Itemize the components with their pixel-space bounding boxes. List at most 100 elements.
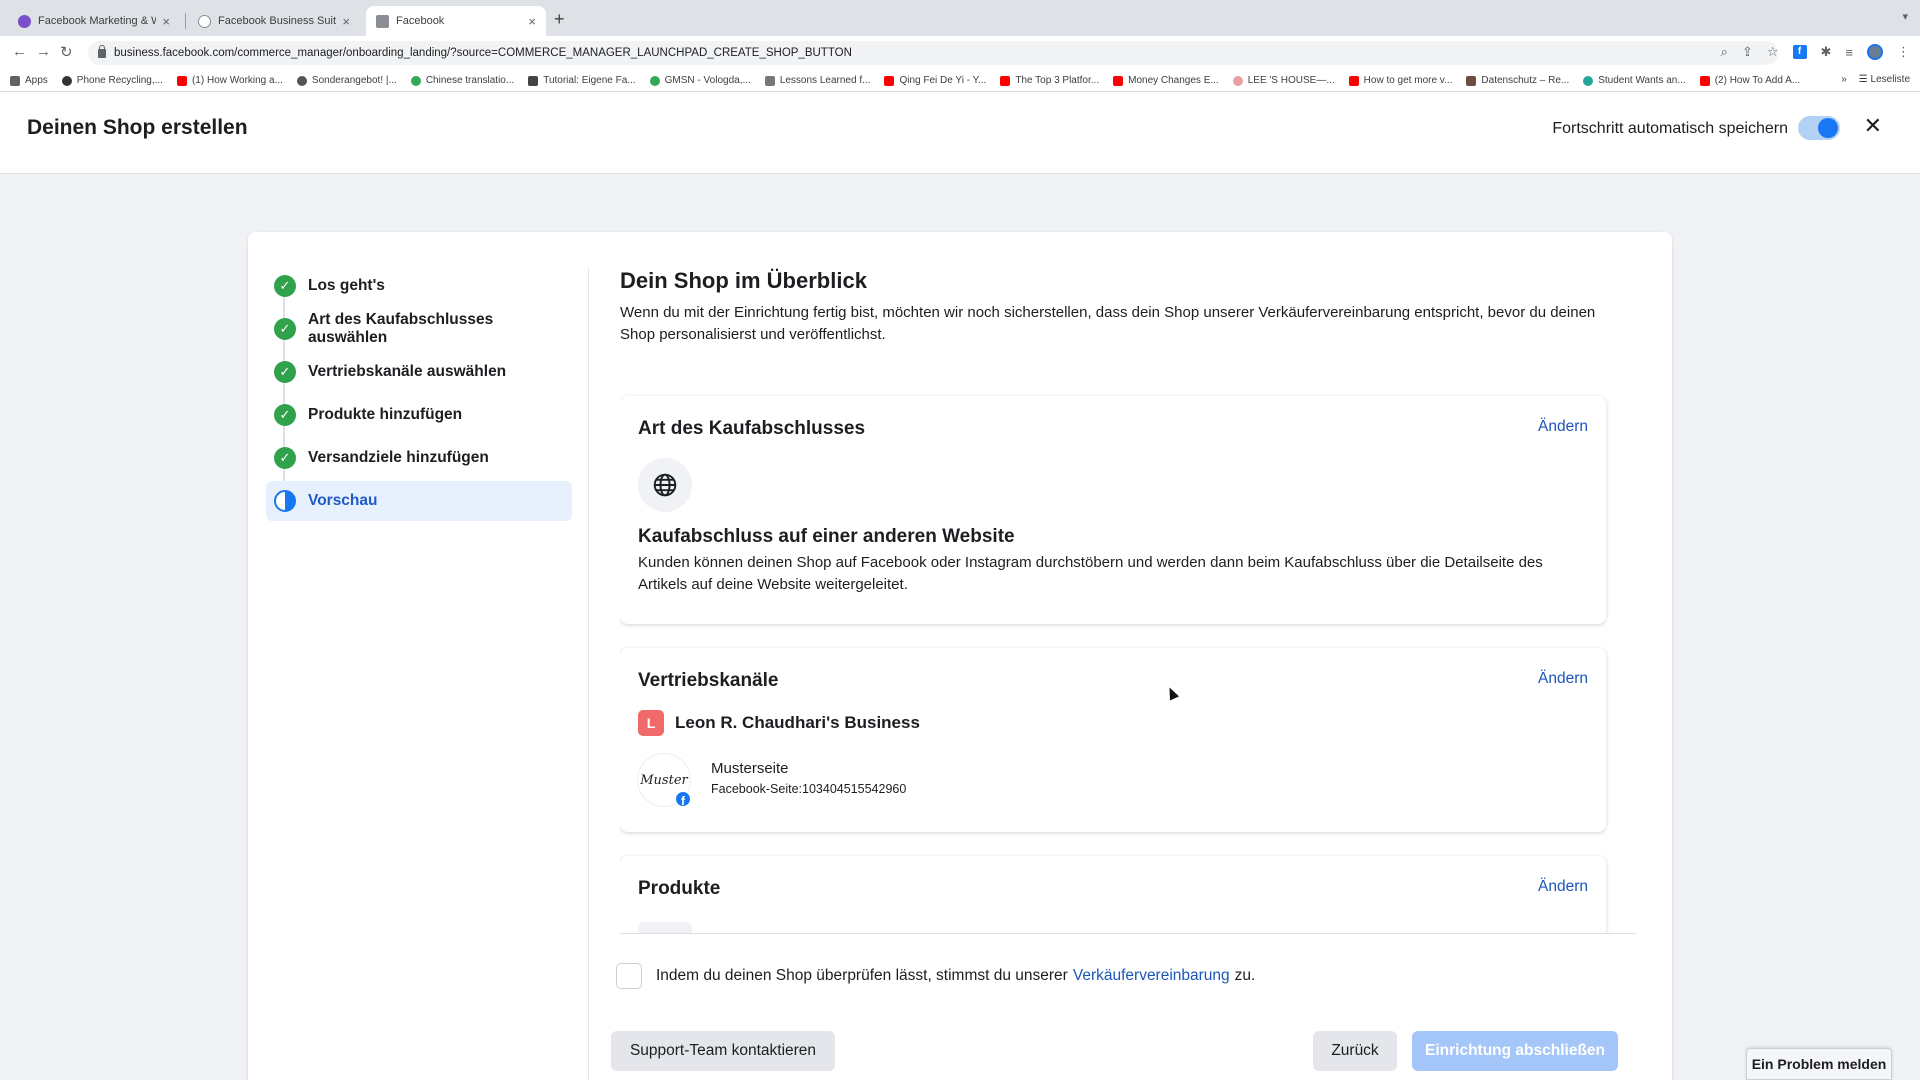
- products-summary-box: Produkte Ändern: [620, 856, 1606, 933]
- page-logo-text: Muster: [640, 772, 688, 788]
- bookmark-item[interactable]: Datenschutz – Re...: [1466, 75, 1569, 86]
- bookmark-favicon-icon: [410, 75, 421, 86]
- business-name: Leon R. Chaudhari's Business: [675, 713, 920, 732]
- globe-icon: [638, 458, 692, 512]
- tab-title: Facebook Business Suite: [218, 15, 337, 27]
- edit-channels-link[interactable]: Ändern: [1538, 670, 1588, 688]
- page-name: Musterseite: [711, 760, 789, 777]
- browser-tab-active[interactable]: Facebook ×: [366, 6, 546, 36]
- step-los-gehts[interactable]: ✓ Los geht's: [266, 266, 572, 306]
- contact-support-button[interactable]: Support-Team kontaktieren: [611, 1031, 835, 1071]
- bookmark-item[interactable]: LEE 'S HOUSE—...: [1232, 75, 1335, 86]
- overview-description: Wenn du mit der Einrichtung fertig bist,…: [620, 304, 1596, 343]
- bookmark-item[interactable]: How to get more v...: [1348, 75, 1452, 86]
- youtube-icon: [1113, 75, 1124, 86]
- zoom-icon[interactable]: ⌕: [1721, 44, 1728, 60]
- youtube-icon: [884, 75, 895, 86]
- more-bookmarks-button[interactable]: »: [1841, 74, 1847, 85]
- overview-header: Dein Shop im Überblick Wenn du mit der E…: [620, 268, 1628, 346]
- reading-list-button[interactable]: ☰ Leseliste: [1859, 74, 1910, 85]
- browser-toolbar: ← → ↻ business.facebook.com/commerce_man…: [0, 36, 1920, 70]
- youtube-icon: [176, 75, 187, 86]
- hashtag-icon: [528, 75, 539, 86]
- new-tab-button[interactable]: +: [554, 9, 565, 30]
- checkout-title: Art des Kaufabschlusses: [638, 418, 866, 439]
- seller-agreement-link[interactable]: Verkäufervereinbarung: [1073, 967, 1230, 985]
- bookmark-item[interactable]: Money Changes E...: [1113, 75, 1219, 86]
- step-vertriebskanaele[interactable]: ✓ Vertriebskanäle auswählen: [266, 352, 572, 392]
- bookmark-item[interactable]: Tutorial: Eigene Fa...: [528, 75, 636, 86]
- bookmark-item[interactable]: Qing Fei De Yi - Y...: [884, 75, 986, 86]
- facebook-extension-icon[interactable]: f: [1792, 45, 1807, 59]
- facebook-icon: f: [674, 790, 692, 808]
- finish-setup-button[interactable]: Einrichtung abschließen: [1412, 1031, 1618, 1071]
- bookmark-item[interactable]: (2) How To Add A...: [1699, 75, 1800, 86]
- back-button[interactable]: Zurück: [1313, 1031, 1397, 1071]
- step-vorschau[interactable]: Vorschau: [266, 481, 572, 521]
- business-initial-badge: L: [638, 710, 664, 736]
- step-kaufabschluss[interactable]: ✓ Art des Kaufabschlusses auswählen: [266, 309, 572, 349]
- apps-grid-icon: [10, 75, 20, 86]
- browser-tabstrip: Facebook Marketing & Werbe × Facebook Bu…: [0, 0, 1920, 36]
- extensions-puzzle-icon[interactable]: ✱: [1821, 44, 1832, 60]
- bookmark-favicon-icon: [61, 75, 72, 86]
- close-icon[interactable]: ✕: [1864, 114, 1882, 138]
- tab-close-icon[interactable]: ×: [162, 14, 170, 29]
- bookmark-favicon-icon: [764, 75, 775, 86]
- bookmark-item[interactable]: (1) How Working a...: [176, 75, 283, 86]
- bookmark-item[interactable]: Apps: [10, 75, 48, 86]
- browser-tab[interactable]: Facebook Business Suite ×: [188, 6, 360, 36]
- menu-kebab-icon[interactable]: ⋮: [1897, 44, 1910, 60]
- checkout-method-title: Kaufabschluss auf einer anderen Website: [638, 526, 1015, 547]
- page-header: Deinen Shop erstellen Fortschritt automa…: [0, 92, 1920, 174]
- check-circle-icon: ✓: [274, 447, 296, 469]
- bookmark-item[interactable]: GMSN - Vologda,...: [649, 75, 751, 86]
- step-versandziele[interactable]: ✓ Versandziele hinzufügen: [266, 438, 572, 478]
- bookmarks-right: » ☰ Leseliste: [1833, 74, 1910, 85]
- bookmark-favicon-icon: [1466, 75, 1477, 86]
- share-icon[interactable]: ⇪: [1742, 44, 1753, 60]
- edit-checkout-link[interactable]: Ändern: [1538, 418, 1588, 436]
- bookmark-favicon-icon: [1232, 75, 1243, 86]
- check-circle-icon: ✓: [274, 275, 296, 297]
- checkout-summary-box: Art des Kaufabschlusses Ändern Kaufabsch…: [620, 396, 1606, 624]
- forward-arrow-icon[interactable]: →: [36, 43, 51, 60]
- check-circle-icon: ✓: [274, 361, 296, 383]
- autosave-toggle[interactable]: [1798, 116, 1840, 140]
- profile-avatar[interactable]: [1867, 44, 1883, 60]
- page-title: Deinen Shop erstellen: [27, 116, 248, 139]
- bookmark-item[interactable]: The Top 3 Platfor...: [1000, 75, 1099, 86]
- business-row: L Leon R. Chaudhari's Business: [638, 710, 920, 736]
- lock-icon: [98, 44, 106, 58]
- channels-summary-box: Vertriebskanäle Ändern L Leon R. Chaudha…: [620, 648, 1606, 832]
- step-produkte[interactable]: ✓ Produkte hinzufügen: [266, 395, 572, 435]
- bookmark-item[interactable]: Student Wants an...: [1583, 75, 1686, 86]
- reading-mode-icon[interactable]: ≡: [1845, 45, 1853, 60]
- tab-favicon-icon: [198, 14, 211, 28]
- bookmark-item[interactable]: Chinese translatio...: [410, 75, 514, 86]
- edit-products-link[interactable]: Ändern: [1538, 878, 1588, 896]
- bookmark-item[interactable]: Phone Recycling,...: [61, 75, 163, 86]
- bookmark-item[interactable]: Sonderangebot! |...: [296, 75, 397, 86]
- tab-close-icon[interactable]: ×: [342, 14, 350, 29]
- address-bar[interactable]: business.facebook.com/commerce_manager/o…: [88, 41, 1778, 65]
- agreement-checkbox[interactable]: [616, 963, 642, 989]
- summary-scroll-area[interactable]: Art des Kaufabschlusses Ändern Kaufabsch…: [620, 388, 1636, 934]
- tab-separator: [185, 13, 186, 29]
- report-problem-button[interactable]: Ein Problem melden: [1746, 1048, 1892, 1080]
- bookmarks-bar: Apps Phone Recycling,... (1) How Working…: [0, 70, 1920, 92]
- browser-tab[interactable]: Facebook Marketing & Werbe ×: [8, 6, 180, 36]
- bookmark-favicon-icon: [1583, 75, 1594, 86]
- bookmark-star-icon[interactable]: ☆: [1767, 44, 1779, 60]
- bookmark-favicon-icon: [649, 75, 660, 86]
- checkout-method-description: Kunden können deinen Shop auf Facebook o…: [638, 554, 1543, 593]
- shop-setup-card: ✓ Los geht's ✓ Art des Kaufabschlusses aus…: [248, 232, 1672, 1080]
- tab-search-chevron-down-icon[interactable]: ▾: [1902, 10, 1908, 23]
- bookmark-item[interactable]: Lessons Learned f...: [764, 75, 870, 86]
- tab-close-icon[interactable]: ×: [528, 14, 536, 29]
- bookmark-favicon-icon: [296, 75, 307, 86]
- tab-favicon-icon: [376, 14, 389, 28]
- reload-icon[interactable]: ↻: [60, 43, 73, 61]
- agreement-text-before: Indem du deinen Shop überprüfen lässt, s…: [656, 967, 1068, 984]
- back-arrow-icon[interactable]: ←: [12, 43, 27, 60]
